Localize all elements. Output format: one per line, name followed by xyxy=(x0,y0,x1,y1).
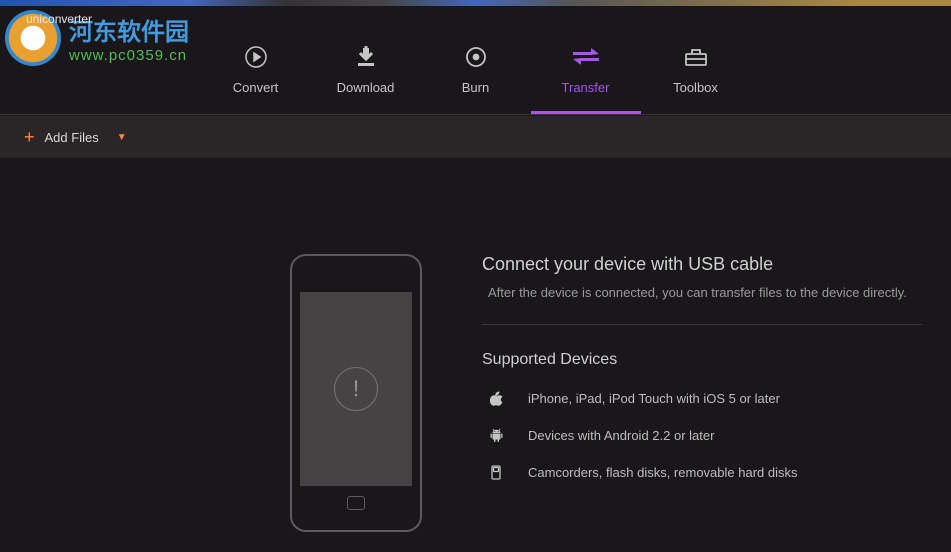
tab-label: Download xyxy=(337,80,395,95)
tab-label: Convert xyxy=(233,80,279,95)
toolbar: + Add Files ▼ xyxy=(0,116,951,158)
convert-icon xyxy=(242,44,270,70)
supported-title: Supported Devices xyxy=(482,351,922,369)
plus-icon: + xyxy=(24,127,35,148)
device-illustration: ! xyxy=(290,254,422,532)
supported-row: Camcorders, flash disks, removable hard … xyxy=(482,465,922,480)
device-screen: ! xyxy=(300,292,412,486)
connect-subtitle: After the device is connected, you can t… xyxy=(482,285,922,300)
tab-transfer[interactable]: Transfer xyxy=(531,38,641,114)
chevron-down-icon: ▼ xyxy=(117,132,127,143)
supported-text: Devices with Android 2.2 or later xyxy=(528,428,714,443)
toolbox-icon xyxy=(682,44,710,70)
divider xyxy=(482,324,922,325)
tab-label: Toolbox xyxy=(673,80,718,95)
app-name: uniconverter xyxy=(26,12,92,26)
connect-title: Connect your device with USB cable xyxy=(482,254,922,275)
tab-download[interactable]: Download xyxy=(311,38,421,114)
supported-text: Camcorders, flash disks, removable hard … xyxy=(528,465,798,480)
main-content: ! Connect your device with USB cable Aft… xyxy=(0,158,951,532)
download-icon xyxy=(352,44,380,70)
apple-icon xyxy=(488,391,504,406)
watermark-text-2: www.pc0359.cn xyxy=(69,47,189,64)
supported-row: Devices with Android 2.2 or later xyxy=(482,428,922,443)
tab-burn[interactable]: Burn xyxy=(421,38,531,114)
tab-label: Burn xyxy=(462,80,489,95)
tab-toolbox[interactable]: Toolbox xyxy=(641,38,751,114)
info-panel: Connect your device with USB cable After… xyxy=(482,254,922,532)
transfer-icon xyxy=(572,44,600,70)
home-button-icon xyxy=(347,496,365,510)
supported-text: iPhone, iPad, iPod Touch with iOS 5 or l… xyxy=(528,391,780,406)
disk-icon xyxy=(488,465,504,480)
tab-convert[interactable]: Convert xyxy=(201,38,311,114)
add-files-label: Add Files xyxy=(45,130,99,145)
supported-row: iPhone, iPad, iPod Touch with iOS 5 or l… xyxy=(482,391,922,406)
tab-label: Transfer xyxy=(562,80,610,95)
add-files-button[interactable]: + Add Files ▼ xyxy=(24,127,127,148)
burn-icon xyxy=(462,44,490,70)
exclaim-icon: ! xyxy=(334,367,378,411)
android-icon xyxy=(488,428,504,443)
